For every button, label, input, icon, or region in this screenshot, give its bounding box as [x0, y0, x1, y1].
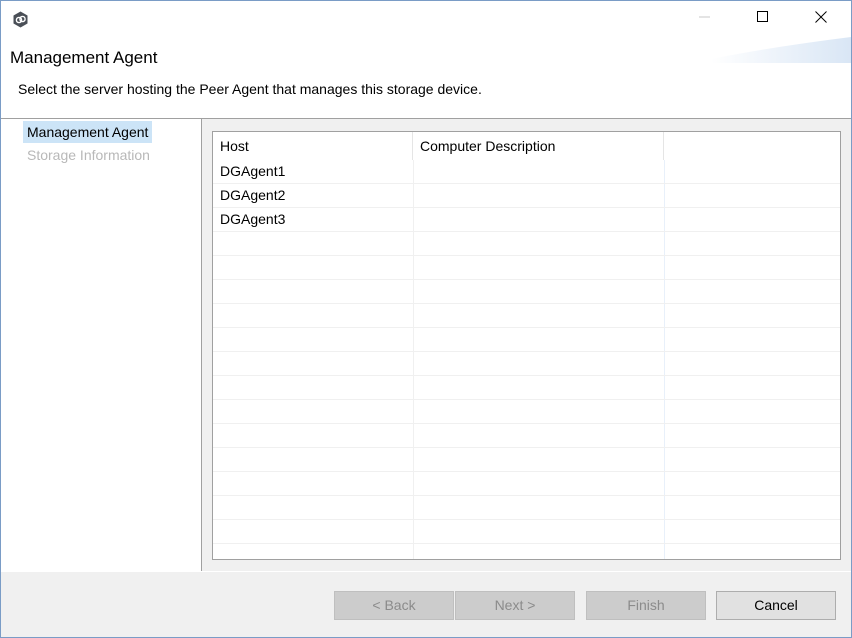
filler-cell — [664, 160, 840, 184]
table-row[interactable]: DGAgent2 — [213, 184, 840, 208]
nav-item-management-agent[interactable]: Management Agent — [23, 121, 153, 143]
button-bar: < Back Next > Finish Cancel — [1, 572, 851, 637]
back-button: < Back — [334, 591, 454, 620]
empty-table-row — [213, 424, 840, 448]
empty-table-row — [213, 280, 840, 304]
close-icon — [815, 10, 827, 28]
cancel-button[interactable]: Cancel — [716, 591, 836, 620]
page-title: Management Agent — [10, 48, 158, 67]
maximize-icon — [757, 10, 769, 28]
column-header-host[interactable]: Host — [213, 132, 413, 160]
empty-table-row — [213, 400, 840, 424]
column-header-filler — [664, 132, 840, 160]
page-subtitle: Select the server hosting the Peer Agent… — [18, 81, 482, 97]
empty-table-row — [213, 472, 840, 496]
empty-table-row — [213, 520, 840, 544]
header-banner-graphic — [701, 37, 851, 63]
title-bar — [1, 1, 851, 37]
table-header: Host Computer Description — [213, 132, 840, 160]
empty-table-row — [213, 352, 840, 376]
empty-table-row — [213, 304, 840, 328]
table-row[interactable]: DGAgent1 — [213, 160, 840, 184]
maximize-button[interactable] — [734, 1, 792, 37]
empty-table-row — [213, 496, 840, 520]
description-cell — [413, 184, 664, 208]
close-button[interactable] — [792, 1, 850, 37]
host-cell: DGAgent2 — [220, 187, 286, 203]
dialog-window: Management Agent Select the server hosti… — [0, 0, 852, 638]
empty-table-row — [213, 328, 840, 352]
table-row[interactable]: DGAgent3 — [213, 208, 840, 232]
next-button: Next > — [455, 591, 575, 620]
minimize-button[interactable] — [676, 1, 734, 37]
app-logo-icon — [12, 11, 29, 28]
description-cell — [413, 160, 664, 184]
wizard-steps-nav: Management Agent Storage Information — [1, 119, 202, 571]
table-body: DGAgent1 DGAgent2 DGAgent3 — [213, 160, 840, 544]
minimize-icon — [699, 10, 711, 28]
description-cell — [413, 208, 664, 232]
empty-table-row — [213, 256, 840, 280]
host-cell: DGAgent3 — [220, 211, 286, 227]
finish-button: Finish — [586, 591, 706, 620]
host-cell: DGAgent1 — [220, 163, 286, 179]
filler-cell — [664, 208, 840, 232]
column-header-computer-description[interactable]: Computer Description — [413, 132, 664, 160]
empty-table-row — [213, 376, 840, 400]
host-table: Host Computer Description DGAgent1 DGAge… — [212, 131, 841, 560]
nav-item-storage-information: Storage Information — [27, 147, 150, 163]
content-panel: Host Computer Description DGAgent1 DGAge… — [202, 119, 851, 571]
empty-table-row — [213, 232, 840, 256]
empty-table-row — [213, 448, 840, 472]
filler-cell — [664, 184, 840, 208]
